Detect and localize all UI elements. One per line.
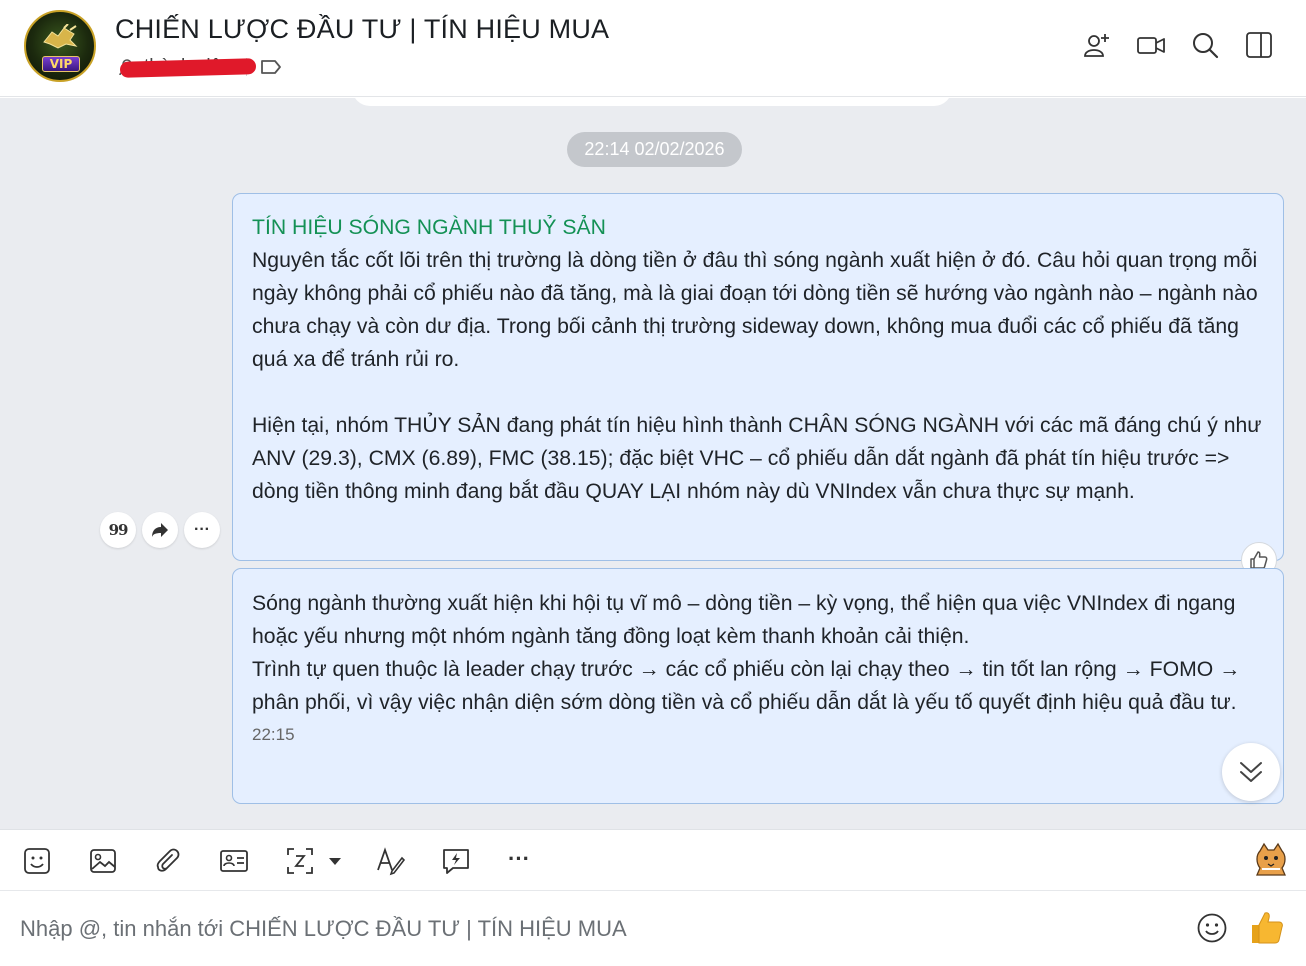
message-paragraph: Hiện tại, nhóm THỦY SẢN đang phát tín hi… <box>252 414 1262 503</box>
forward-button[interactable] <box>142 512 178 548</box>
chat-header: VIP CHIẾN LƯỢC ĐẦU TƯ | TÍN HIỆU MUA thà… <box>0 0 1306 97</box>
attachment-icon[interactable] <box>153 846 183 876</box>
message-paragraph: Trình tự quen thuộc là leader chạy trước… <box>252 658 1241 714</box>
scroll-to-bottom-button[interactable] <box>1222 743 1280 801</box>
message-composer <box>0 891 1306 966</box>
chevron-down-icon[interactable] <box>326 846 344 876</box>
message-paragraph: Nguyên tắc cốt lõi trên thị trường là dò… <box>252 249 1258 371</box>
group-subinfo: thành viên <box>118 55 283 79</box>
message-bubble[interactable]: Sóng ngành thường xuất hiện khi hội tụ v… <box>232 568 1284 804</box>
message-heading: TÍN HIỆU SÓNG NGÀNH THUỶ SẢN <box>252 216 606 239</box>
sticker-icon[interactable] <box>22 846 52 876</box>
redaction-mark <box>119 58 257 78</box>
more-actions-button[interactable]: ··· <box>184 512 220 548</box>
search-icon[interactable] <box>1190 30 1220 60</box>
forward-icon <box>152 523 168 537</box>
screenshot-icon[interactable] <box>285 846 315 876</box>
previous-message-bubble[interactable] <box>352 98 952 106</box>
message-bubble[interactable]: TÍN HIỆU SÓNG NGÀNH THUỶ SẢN Nguyên tắc … <box>232 193 1284 561</box>
thumbs-up-icon <box>1250 551 1268 569</box>
quick-like-icon[interactable] <box>1250 909 1284 945</box>
message-actions: 99 ··· <box>100 512 220 548</box>
message-paragraph: Sóng ngành thường xuất hiện khi hội tụ v… <box>252 592 1236 648</box>
tag-icon[interactable] <box>259 58 283 76</box>
emoji-icon[interactable] <box>1196 912 1228 944</box>
more-icon: ··· <box>194 521 210 538</box>
more-options-button[interactable]: ··· <box>508 846 538 876</box>
text-format-icon[interactable] <box>375 846 405 876</box>
quote-icon: 99 <box>108 521 129 539</box>
video-call-icon[interactable] <box>1136 30 1166 60</box>
mascot-sticker-icon[interactable] <box>1252 841 1290 879</box>
bull-logo-icon <box>43 24 78 49</box>
double-chevron-down-icon <box>1240 762 1262 782</box>
image-icon[interactable] <box>88 846 118 876</box>
quick-message-icon[interactable] <box>441 846 471 876</box>
sidebar-toggle-icon[interactable] <box>1244 30 1274 60</box>
contact-card-icon[interactable] <box>219 846 249 876</box>
add-member-icon[interactable] <box>1082 30 1112 60</box>
date-separator: 22:14 02/02/2026 <box>567 132 742 167</box>
group-avatar[interactable]: VIP <box>24 10 96 82</box>
vip-badge: VIP <box>42 56 80 72</box>
composer-toolbar: ··· <box>0 829 1306 891</box>
message-input[interactable] <box>20 909 1170 949</box>
chat-area[interactable]: 22:14 02/02/2026 99 ··· TÍN HIỆU SÓNG NG… <box>0 98 1306 829</box>
message-time: 22:15 <box>252 725 295 744</box>
group-title[interactable]: CHIẾN LƯỢC ĐẦU TƯ | TÍN HIỆU MUA <box>115 14 609 45</box>
quote-button[interactable]: 99 <box>100 512 136 548</box>
